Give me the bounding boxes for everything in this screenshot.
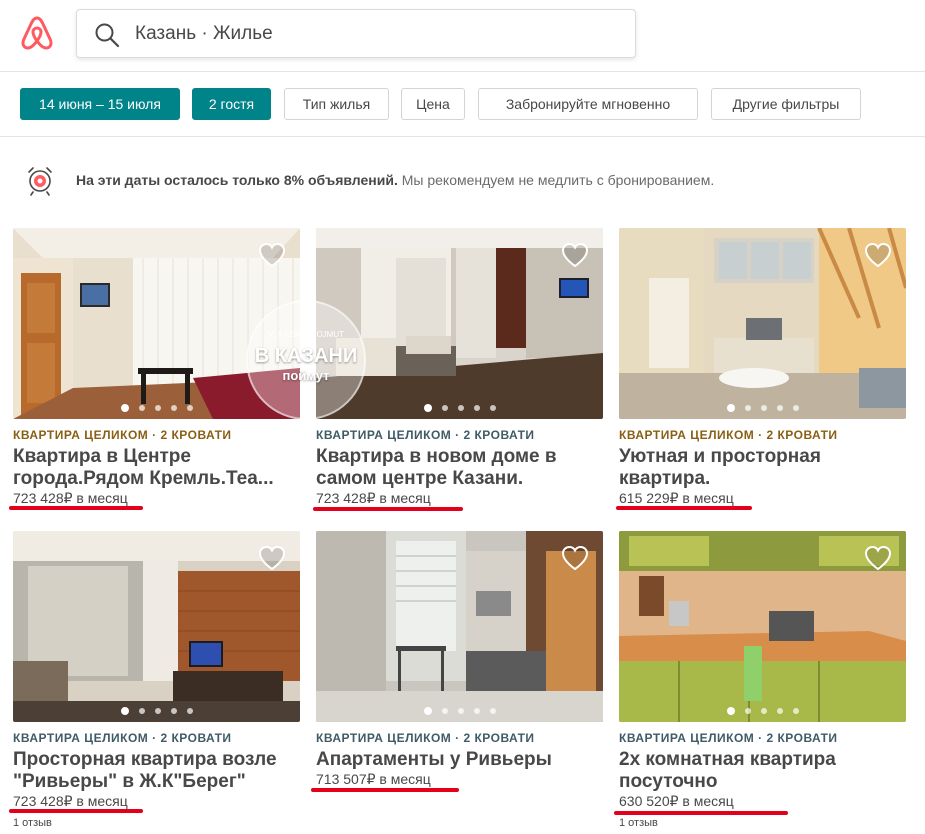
heart-icon[interactable] xyxy=(561,242,589,268)
watermark-title: В КАЗАНИ xyxy=(254,345,358,367)
listing-photo[interactable] xyxy=(13,531,300,722)
listing-type: КВАРТИРА ЦЕЛИКОМ · 2 КРОВАТИ xyxy=(13,428,232,442)
listing-type: КВАРТИРА ЦЕЛИКОМ · 2 КРОВАТИ xyxy=(316,428,535,442)
listing-photo[interactable] xyxy=(619,228,906,419)
search-input[interactable]: Казань · Жилье xyxy=(76,9,636,58)
listing-photo-image xyxy=(316,228,603,419)
watermark-handle: V_KAZANI_POJMUT xyxy=(267,330,344,339)
listing-price-value: 713 507₽ xyxy=(316,771,376,787)
listing-price: 630 520₽ в месяц xyxy=(619,793,734,810)
listing-title-line2: города.Рядом Кремль.Теа... xyxy=(13,468,274,489)
listing-price: 723 428₽ в месяц xyxy=(13,793,128,810)
search-icon xyxy=(95,23,120,48)
filter-home-type-button[interactable]: Тип жилья xyxy=(284,88,389,120)
listing-title-line2: "Ривьеры" в Ж.К"Берег" xyxy=(13,771,246,792)
heart-icon[interactable] xyxy=(258,545,286,571)
photo-carousel-dots[interactable] xyxy=(619,707,906,715)
listing-title[interactable]: Квартира в Центре города.Рядом Кремль.Те… xyxy=(13,446,300,490)
listing-price-period: в месяц xyxy=(76,793,128,809)
heart-icon[interactable] xyxy=(864,242,892,268)
photo-carousel-dots[interactable] xyxy=(316,404,603,412)
filter-price-button[interactable]: Цена xyxy=(401,88,465,120)
airbnb-logo-icon[interactable] xyxy=(20,14,54,52)
listing-price: 615 229₽ в месяц xyxy=(619,490,734,507)
photo-carousel-dots[interactable] xyxy=(316,707,603,715)
listing-photo[interactable] xyxy=(316,228,603,419)
listing-photo-image xyxy=(619,531,906,722)
listing-title-line1: Просторная квартира возле xyxy=(13,749,277,770)
listing-price-period: в месяц xyxy=(379,771,431,787)
listing-price: 713 507₽ в месяц xyxy=(316,771,431,788)
listing-price-period: в месяц xyxy=(76,490,128,506)
filter-more-button[interactable]: Другие фильтры xyxy=(711,88,861,120)
listing-price-value: 723 428₽ xyxy=(13,793,73,809)
listing-price-value: 723 428₽ xyxy=(13,490,73,506)
red-underline-marker xyxy=(9,506,143,510)
listing-title-line2: квартира. xyxy=(619,468,711,489)
listing-type: КВАРТИРА ЦЕЛИКОМ · 2 КРОВАТИ xyxy=(619,731,838,745)
listing-reviews[interactable]: 1 отзыв xyxy=(619,817,658,829)
filter-bar: 14 июня – 15 июля 2 гостя Тип жилья Цена… xyxy=(0,72,925,137)
photo-carousel-dots[interactable] xyxy=(13,707,300,715)
listing-title-line1: Квартира в новом доме в xyxy=(316,446,557,467)
listing-type: КВАРТИРА ЦЕЛИКОМ · 2 КРОВАТИ xyxy=(13,731,232,745)
listing-photo-image xyxy=(13,531,300,722)
listing-price: 723 428₽ в месяц xyxy=(13,490,128,507)
alarm-target-icon xyxy=(28,167,52,196)
search-text: Казань · Жилье xyxy=(135,23,273,44)
listing-price-period: в месяц xyxy=(379,490,431,506)
filter-instant-book-button[interactable]: Забронируйте мгновенно xyxy=(478,88,698,120)
listing-photo[interactable] xyxy=(619,531,906,722)
listing-type: КВАРТИРА ЦЕЛИКОМ · 2 КРОВАТИ xyxy=(619,428,838,442)
listing-title[interactable]: Апартаменты у Ривьеры xyxy=(316,749,603,771)
heart-icon[interactable] xyxy=(864,545,892,571)
listing-title-line1: Уютная и просторная xyxy=(619,446,821,467)
availability-notice: На эти даты осталось только 8% объявлени… xyxy=(24,162,904,198)
listing-price-period: в месяц xyxy=(682,793,734,809)
watermark-logo: V_KAZANI_POJMUT В КАЗАНИ поймут xyxy=(246,300,366,420)
listing-photo-image xyxy=(619,228,906,419)
top-bar: Казань · Жилье xyxy=(0,0,925,72)
notice-text: Мы рекомендуем не медлить с бронирование… xyxy=(401,172,715,188)
listing-photo[interactable] xyxy=(316,531,603,722)
listing-reviews[interactable]: 1 отзыв xyxy=(13,817,52,829)
filter-guests-button[interactable]: 2 гостя xyxy=(192,88,271,120)
listing-title[interactable]: 2х комнатная квартира посуточно xyxy=(619,749,906,793)
listing-price-value: 630 520₽ xyxy=(619,793,679,809)
watermark-subtitle: поймут xyxy=(282,368,330,383)
red-underline-marker xyxy=(313,507,463,511)
listing-photo-image xyxy=(316,531,603,722)
red-underline-marker xyxy=(311,788,459,792)
heart-icon[interactable] xyxy=(258,242,286,268)
listing-title[interactable]: Квартира в новом доме в самом центре Каз… xyxy=(316,446,603,490)
listing-title[interactable]: Уютная и просторная квартира. xyxy=(619,446,906,490)
listing-price-value: 723 428₽ xyxy=(316,490,376,506)
listing-title-line1: Апартаменты у Ривьеры xyxy=(316,749,552,770)
red-underline-marker xyxy=(616,506,752,510)
photo-carousel-dots[interactable] xyxy=(619,404,906,412)
listing-title-line1: 2х комнатная квартира xyxy=(619,749,836,770)
filter-dates-button[interactable]: 14 июня – 15 июля xyxy=(20,88,180,120)
listing-title-line2: самом центре Казани. xyxy=(316,468,524,489)
listing-title[interactable]: Просторная квартира возле "Ривьеры" в Ж.… xyxy=(13,749,300,793)
listing-price-value: 615 229₽ xyxy=(619,490,679,506)
listing-price: 723 428₽ в месяц xyxy=(316,490,431,507)
red-underline-marker xyxy=(9,809,143,813)
notice-bold-text: На эти даты осталось только 8% объявлени… xyxy=(76,172,398,188)
listing-title-line2: посуточно xyxy=(619,771,718,792)
heart-icon[interactable] xyxy=(561,545,589,571)
photo-carousel-dots[interactable] xyxy=(13,404,300,412)
red-underline-marker xyxy=(614,811,788,815)
listing-type: КВАРТИРА ЦЕЛИКОМ · 2 КРОВАТИ xyxy=(316,731,535,745)
listing-title-line1: Квартира в Центре xyxy=(13,446,191,467)
listing-price-period: в месяц xyxy=(682,490,734,506)
